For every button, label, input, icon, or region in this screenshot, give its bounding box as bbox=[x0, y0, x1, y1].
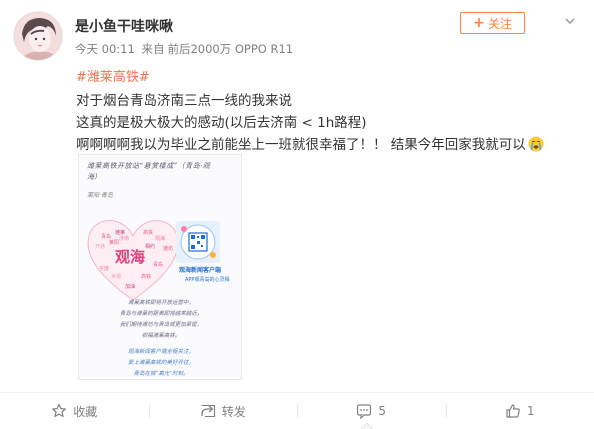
poster-verse-blue-3: 青岛在城“高光”时刻。 bbox=[133, 371, 189, 377]
follow-button[interactable]: + 关注 bbox=[460, 12, 525, 34]
poster-verse-4: 祝福潍莱高铁。 bbox=[141, 333, 181, 339]
poster-verse-2: 青岛与潍莱的距离即将越来越近， bbox=[119, 311, 203, 317]
svg-text:济南: 济南 bbox=[119, 235, 129, 242]
poster-verse-3: 我们期待潍坊与青岛城更加紧密， bbox=[119, 322, 203, 328]
weibo-post-card: 是小鱼干哇咪啾 今天 00:11 来自 前后2000万 OPPO R11 + 关注… bbox=[0, 0, 594, 429]
svg-text:开通: 开通 bbox=[95, 243, 105, 250]
like-count: 1 bbox=[526, 404, 535, 418]
svg-text:相约: 相约 bbox=[145, 243, 155, 250]
poster-small-text: 莱阳·青岛 bbox=[87, 192, 113, 199]
svg-text:潍坊: 潍坊 bbox=[163, 245, 173, 252]
thumbs-up-icon bbox=[506, 404, 520, 418]
comment-caret-icon bbox=[361, 423, 373, 429]
qr-code-icon bbox=[176, 221, 220, 263]
poster-title: 潍莱高铁开放站“悬赏楼成”（青岛·观 bbox=[87, 162, 211, 170]
repost-icon bbox=[201, 404, 215, 418]
svg-text:高铁: 高铁 bbox=[143, 229, 153, 236]
svg-text:幸福: 幸福 bbox=[111, 273, 121, 280]
qr-caption: 观海新闻客户端 bbox=[179, 267, 222, 274]
action-bar: 收藏 转发 5 1 bbox=[0, 393, 594, 429]
svg-text:加油: 加油 bbox=[125, 283, 135, 290]
post-source[interactable]: 前后2000万 OPPO R11 bbox=[167, 42, 293, 56]
heart-word: 观海 bbox=[115, 248, 145, 266]
post-time[interactable]: 今天 00:11 bbox=[75, 42, 135, 56]
svg-text:潍莱: 潍莱 bbox=[115, 229, 125, 236]
follow-label: 关注 bbox=[487, 16, 512, 31]
chevron-down-icon[interactable] bbox=[563, 14, 577, 28]
repost-button[interactable]: 转发 bbox=[148, 393, 298, 429]
svg-text:莱阳: 莱阳 bbox=[109, 239, 119, 246]
repost-label: 转发 bbox=[221, 404, 246, 419]
post-image[interactable]: 潍莱高铁开放站“悬赏楼成”（青岛·观 海） 莱阳·青岛 青岛 潍莱 高铁 观海 开通 … bbox=[78, 154, 242, 380]
post-text-line-1: 对于烟台青岛济南三点一线的我来说 bbox=[76, 93, 292, 109]
favorite-button[interactable]: 收藏 bbox=[0, 393, 149, 429]
favorite-label: 收藏 bbox=[73, 404, 98, 419]
like-button[interactable]: 1 bbox=[445, 393, 594, 429]
avatar[interactable] bbox=[13, 11, 63, 61]
comment-count: 5 bbox=[378, 404, 387, 418]
username[interactable]: 是小鱼干哇咪啾 bbox=[75, 16, 173, 36]
svg-text:高铁: 高铁 bbox=[141, 273, 151, 280]
svg-text:观海: 观海 bbox=[155, 235, 165, 242]
post-text-line-3: 啊啊啊啊我以为毕业之前能坐上一班就很幸福了！！ 结果今年回家我就可以 bbox=[76, 133, 544, 153]
heart-word-cloud: 青岛潍莱 高铁 观海开通 莱阳相约 潍坊 平度青岛 幸福 高铁 加油济南 观海 bbox=[87, 220, 179, 301]
poster-title-2: 海） bbox=[87, 173, 101, 181]
topic-link[interactable]: #潍莱高铁# bbox=[76, 66, 150, 85]
post-meta: 今天 00:11 来自 前后2000万 OPPO R11 bbox=[75, 41, 296, 57]
poster-verse-blue-2: 爱上潍莱高铁的美好开往， bbox=[127, 360, 194, 366]
qr-subcaption: APP观青岛的心灵相 bbox=[185, 277, 230, 283]
post-text-line-3-text: 啊啊啊啊我以为毕业之前能坐上一班就很幸福了！！ 结果今年回家我就可以 bbox=[76, 137, 526, 153]
crying-face-emoji-icon bbox=[528, 136, 544, 152]
star-icon bbox=[52, 403, 67, 417]
source-prefix: 来自 bbox=[141, 42, 165, 56]
post-text-line-2: 这真的是极大极大的感动(以后去济南 < 1h路程) bbox=[76, 115, 367, 131]
svg-text:青岛: 青岛 bbox=[153, 261, 163, 268]
svg-text:平度: 平度 bbox=[99, 265, 109, 272]
poster-verse-blue-1: 观海新闻客户端全程关注， bbox=[127, 349, 194, 355]
comment-icon bbox=[357, 404, 372, 419]
svg-text:青岛: 青岛 bbox=[101, 233, 111, 240]
avatar-illustration bbox=[14, 12, 62, 60]
plus-icon: + bbox=[473, 15, 485, 31]
poster-verse-1: 潍莱高铁即将开放运营中， bbox=[127, 300, 194, 306]
